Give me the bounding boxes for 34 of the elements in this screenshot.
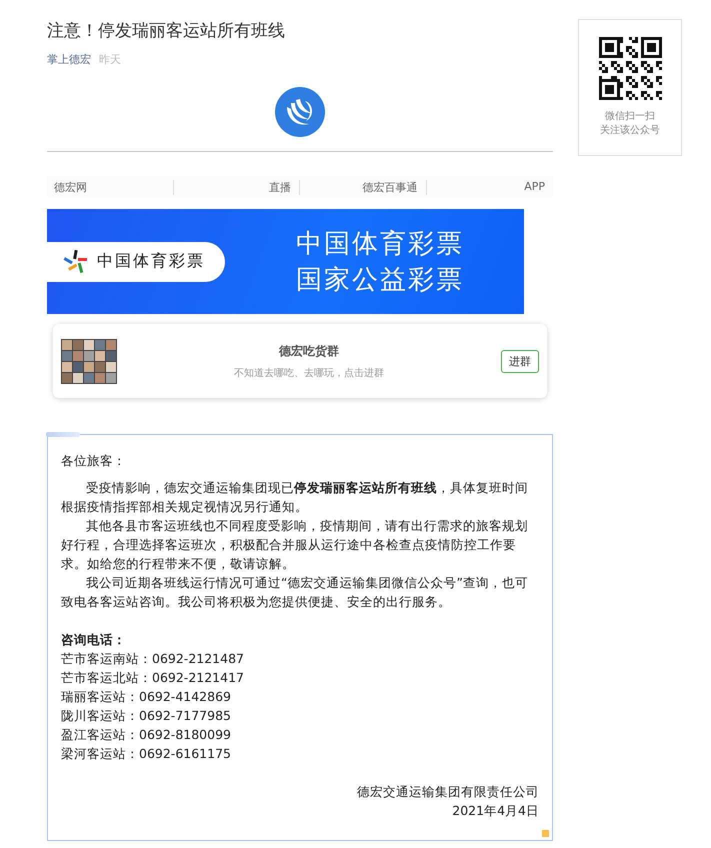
contact-line: 盈江客运站：0692-8180099: [61, 726, 232, 744]
contact-heading: 咨询电话：: [61, 631, 127, 649]
star-logo-icon: [63, 248, 89, 274]
group-description: 不知道去哪吃、去哪玩，点击进群: [234, 366, 384, 380]
contact-line: 陇川客运站：0692-7177985: [61, 707, 232, 725]
nav-link[interactable]: 德宏百事通: [300, 180, 426, 195]
qr-caption: 关注该公众号: [600, 124, 660, 138]
qr-caption: 微信扫一扫: [604, 110, 656, 124]
logo-icon: [275, 87, 325, 137]
corner-ornament: [46, 432, 80, 437]
banner-headline: 国家公益彩票: [296, 264, 464, 296]
article-title: 注意！停发瑞丽客运站所有班线: [47, 20, 286, 43]
paragraph: 其他各县市客运班线也不同程度受影响，疫情期间，请有出行需求的旅客规划好行程，合理选择客运班次，积极配合并服从运行途中各检查点疫情防控工作要求。如给您的行程带来不便，敬请谅解。: [61, 517, 529, 573]
contact-line: 芒市客运南站：0692-2121487: [61, 650, 245, 668]
ad-banner[interactable]: 中国体育彩票 中国体育彩票 国家公益彩票: [47, 209, 524, 314]
signature: 德宏交通运输集团有限责任公司: [356, 783, 539, 801]
banner-headline: 中国体育彩票: [296, 228, 464, 260]
greeting: 各位旅客：: [61, 452, 127, 470]
join-button[interactable]: 进群: [501, 350, 539, 372]
publish-time: 昨天: [99, 52, 121, 67]
contact-line: 芒市客运北站：0692-2121417: [61, 669, 245, 687]
source-link[interactable]: 掌上德宏: [47, 52, 91, 67]
brand-name: 中国体育彩票: [97, 251, 205, 272]
date: 2021年4月4日: [451, 802, 539, 820]
corner-square: [542, 830, 549, 837]
contact-line: 梁河客运站：0692-6161175: [61, 745, 232, 763]
contact-line: 瑞丽客运站：0692-4142869: [61, 688, 232, 706]
qr-code: [598, 37, 662, 100]
nav-link[interactable]: 直播: [174, 180, 300, 195]
paragraph: 受疫情影响，德宏交通运输集团现已停发瑞丽客运站所有班线，具体复班时间根据疫情指挥部相关规定视情况另行通知。: [61, 479, 529, 516]
nav-link[interactable]: 德宏网: [47, 180, 174, 195]
group-name: 德宏吃货群: [279, 342, 339, 360]
paragraph: 我公司近期各班线运行情况可通过“德宏交通运输集团微信公众号”查询，也可致电各客运站咨询。我公司将积极为您提供便捷、安全的出行服务。: [61, 574, 529, 611]
nav-link[interactable]: APP: [426, 180, 553, 195]
